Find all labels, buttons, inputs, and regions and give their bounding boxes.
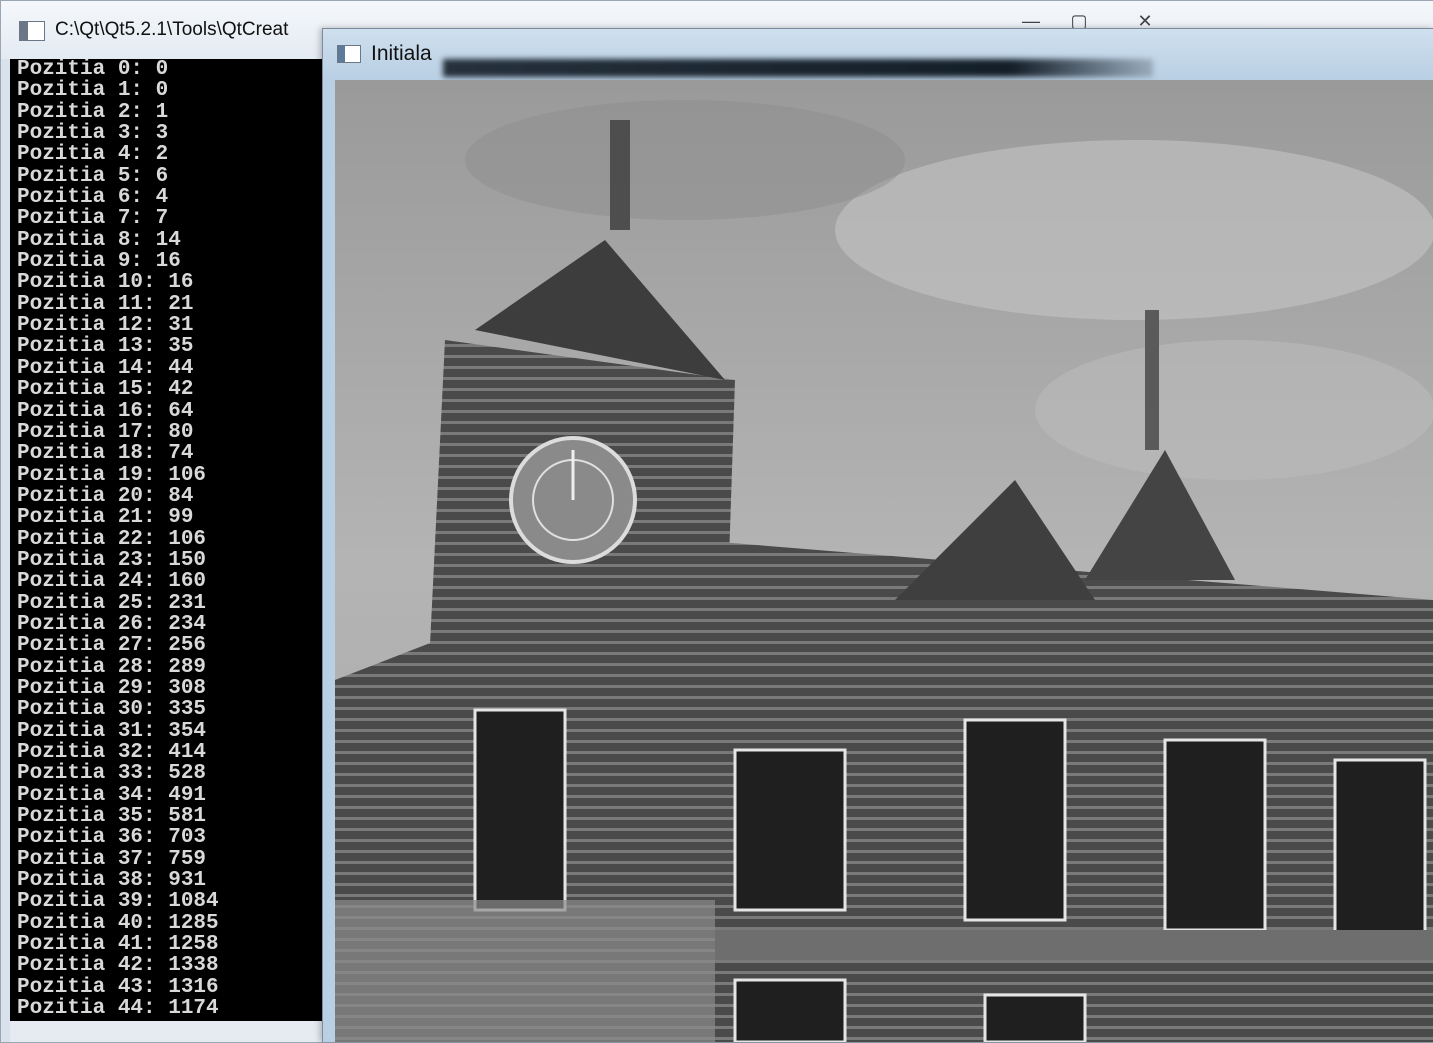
console-line: Pozitia 3: 3 (17, 122, 169, 146)
console-line: Pozitia 10: 16 (17, 271, 194, 295)
image-canvas (335, 80, 1433, 1042)
image-window-title: Initiala (371, 42, 432, 65)
console-line: Pozitia 24: 160 (17, 570, 207, 594)
console-line: Pozitia 18: 74 (17, 442, 194, 466)
console-line: Pozitia 25: 231 (17, 591, 207, 615)
console-line: Pozitia 38: 931 (17, 869, 207, 893)
console-line: Pozitia 19: 106 (17, 463, 207, 487)
console-line: Pozitia 30: 335 (17, 698, 207, 722)
console-line: Pozitia 40: 1285 (17, 911, 219, 935)
image-window: Initiala (322, 28, 1433, 1042)
console-line: Pozitia 17: 80 (17, 420, 194, 444)
console-line: Pozitia 0: 0 (17, 59, 169, 81)
console-line: Pozitia 42: 1338 (17, 954, 219, 978)
image-window-icon (337, 45, 361, 63)
console-line: Pozitia 12: 31 (17, 314, 194, 338)
console-line: Pozitia 15: 42 (17, 378, 194, 402)
console-line: Pozitia 8: 14 (17, 228, 181, 252)
console-line: Pozitia 32: 414 (17, 741, 207, 764)
console-line: Pozitia 13: 35 (17, 335, 194, 359)
console-line: Pozitia 7: 7 (17, 207, 169, 231)
console-status-bar (10, 1021, 330, 1042)
console-line: Pozitia 44: 1174 (17, 997, 219, 1021)
console-line: Pozitia 34: 491 (17, 783, 207, 807)
console-line: Pozitia 1: 0 (17, 79, 169, 103)
titlebar-shadow (443, 59, 1153, 77)
console-line: Pozitia 4: 2 (17, 143, 169, 167)
console-title: C:\Qt\Qt5.2.1\Tools\QtCreat (55, 19, 289, 40)
console-line: Pozitia 43: 1316 (17, 975, 219, 999)
console-line: Pozitia 37: 759 (17, 847, 207, 871)
console-line: Pozitia 16: 64 (17, 399, 194, 423)
building-photo (335, 80, 1433, 1042)
console-output[interactable]: Pozitia 0: 0 Pozitia 1: 0 Pozitia 2: 1 Pozi… (10, 59, 328, 1021)
console-line: Pozitia 14: 44 (17, 356, 194, 380)
console-line: Pozitia 22: 106 (17, 527, 207, 551)
console-line: Pozitia 2: 1 (17, 100, 169, 124)
console-line: Pozitia 6: 4 (17, 186, 169, 210)
console-line: Pozitia 36: 703 (17, 826, 207, 850)
console-line: Pozitia 20: 84 (17, 484, 194, 508)
console-line: Pozitia 39: 1084 (17, 890, 219, 914)
console-line: Pozitia 33: 528 (17, 762, 207, 786)
console-line: Pozitia 31: 354 (17, 719, 207, 743)
console-line: Pozitia 5: 6 (17, 164, 169, 188)
console-line: Pozitia 41: 1258 (17, 933, 219, 957)
console-line: Pozitia 23: 150 (17, 548, 207, 572)
console-line: Pozitia 27: 256 (17, 634, 207, 658)
console-line: Pozitia 28: 289 (17, 655, 207, 679)
console-line: Pozitia 29: 308 (17, 676, 207, 700)
console-line: Pozitia 21: 99 (17, 506, 194, 530)
console-line: Pozitia 26: 234 (17, 612, 207, 636)
console-line: Pozitia 9: 16 (17, 250, 181, 274)
console-line: Pozitia 35: 581 (17, 805, 207, 829)
console-line: Pozitia 11: 21 (17, 292, 194, 316)
console-app-icon (19, 21, 45, 41)
